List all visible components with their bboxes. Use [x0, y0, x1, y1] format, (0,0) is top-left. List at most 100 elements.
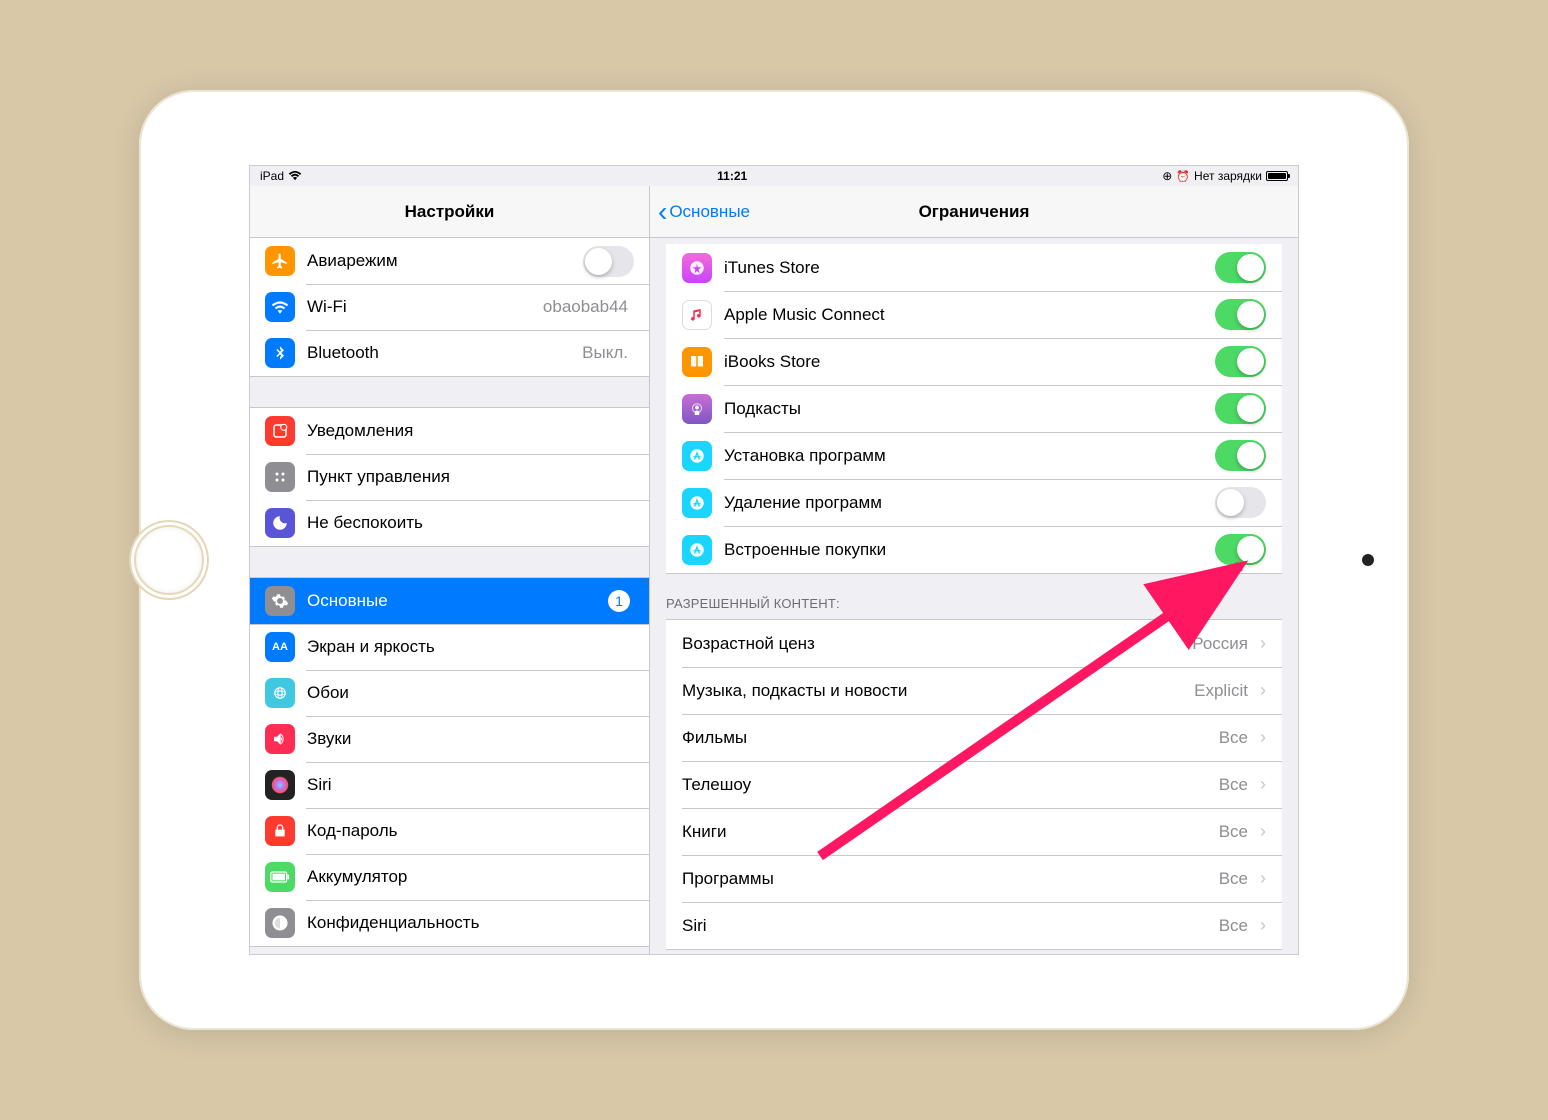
display-icon: AA: [265, 632, 295, 662]
alarm-icon: ⏰: [1176, 170, 1190, 183]
app-icon: [682, 441, 712, 471]
toggle-switch[interactable]: [1215, 534, 1266, 565]
chevron-right-icon: ›: [1260, 868, 1266, 889]
content-value: Все: [1219, 822, 1248, 842]
back-label: Основные: [669, 202, 750, 222]
sidebar-item-siri[interactable]: Siri: [250, 762, 649, 808]
bluetooth-icon: [265, 338, 295, 368]
content-row[interactable]: КнигиВсе›: [666, 808, 1282, 855]
restriction-label: Apple Music Connect: [724, 305, 1215, 325]
gear-icon: [265, 586, 295, 616]
content-value: Все: [1219, 775, 1248, 795]
content-label: Книги: [682, 822, 1219, 842]
chevron-right-icon: ›: [1260, 774, 1266, 795]
app-icon: [682, 394, 712, 424]
sidebar-item-label: Wi-Fi: [307, 297, 543, 317]
section-header-allowed-content: РАЗРЕШЕННЫЙ КОНТЕНТ:: [650, 574, 1298, 619]
dnd-icon: [265, 508, 295, 538]
app-icon: [682, 347, 712, 377]
sounds-icon: [265, 724, 295, 754]
content-row[interactable]: Возрастной цензРоссия›: [666, 620, 1282, 667]
toggle-switch[interactable]: [1215, 393, 1266, 424]
home-button[interactable]: [134, 525, 204, 595]
airplane-icon: [265, 246, 295, 276]
toggle-switch[interactable]: [1215, 299, 1266, 330]
status-bar: iPad 11:21 ⊕ ⏰ Нет зарядки: [250, 166, 1298, 186]
sidebar-item-gear[interactable]: Основные1: [250, 578, 649, 624]
sidebar-item-label: Пункт управления: [307, 467, 634, 487]
lock-rotation-icon: ⊕: [1162, 169, 1172, 183]
sidebar-title: Настройки: [250, 186, 649, 238]
content-row[interactable]: SiriВсе›: [666, 902, 1282, 949]
sidebar-item-notifications[interactable]: Уведомления: [250, 408, 649, 454]
restriction-label: iTunes Store: [724, 258, 1215, 278]
wifi-icon: [288, 171, 302, 181]
sidebar-item-label: Аккумулятор: [307, 867, 634, 887]
toggle-switch[interactable]: [1215, 346, 1266, 377]
restriction-label: Встроенные покупки: [724, 540, 1215, 560]
content-value: Все: [1219, 916, 1248, 936]
sidebar-item-label: Siri: [307, 775, 634, 795]
content-label: Siri: [682, 916, 1219, 936]
sidebar-item-display[interactable]: AA Экран и яркость: [250, 624, 649, 670]
content-row[interactable]: Музыка, подкасты и новостиExplicit›: [666, 667, 1282, 714]
sidebar-item-wifi[interactable]: Wi-Fiobaobab44: [250, 284, 649, 330]
content-value: Explicit: [1194, 681, 1248, 701]
ipad-frame: iPad 11:21 ⊕ ⏰ Нет зарядки Настройки Ави…: [139, 90, 1409, 1030]
toggle-switch[interactable]: [1215, 487, 1266, 518]
restriction-row: Установка программ: [666, 432, 1282, 479]
chevron-right-icon: ›: [1260, 727, 1266, 748]
chevron-left-icon: ‹: [658, 198, 667, 226]
app-icon: [682, 488, 712, 518]
sidebar-item-sounds[interactable]: Звуки: [250, 716, 649, 762]
content-value: Все: [1219, 728, 1248, 748]
sidebar-item-bluetooth[interactable]: BluetoothВыкл.: [250, 330, 649, 376]
content-label: Телешоу: [682, 775, 1219, 795]
toggle-switch[interactable]: [1215, 440, 1266, 471]
sidebar-item-label: Не беспокоить: [307, 513, 634, 533]
toggle-switch[interactable]: [1215, 252, 1266, 283]
sidebar-item-passcode[interactable]: Код-пароль: [250, 808, 649, 854]
sidebar-item-privacy[interactable]: Конфиденциальность: [250, 900, 649, 946]
app-icon: [682, 253, 712, 283]
sidebar-item-label: Экран и яркость: [307, 637, 634, 657]
siri-icon: [265, 770, 295, 800]
sidebar-item-wallpaper[interactable]: Обои: [250, 670, 649, 716]
device-label: iPad: [260, 169, 284, 183]
content-row[interactable]: ТелешоуВсе ›: [666, 761, 1282, 808]
content-row[interactable]: ПрограммыВсе ›: [666, 855, 1282, 902]
content-row[interactable]: ФильмыВсе ›: [666, 714, 1282, 761]
restriction-row: iBooks Store: [666, 338, 1282, 385]
content-value: Все: [1219, 869, 1248, 889]
sidebar: Настройки АвиарежимWi-Fiobaobab44Bluetoo…: [250, 186, 650, 954]
chevron-right-icon: ›: [1260, 633, 1266, 654]
content-value: Россия: [1192, 634, 1248, 654]
privacy-icon: [265, 908, 295, 938]
restriction-row: Встроенные покупки: [666, 526, 1282, 573]
restriction-row: iTunes Store: [666, 244, 1282, 291]
detail-pane: ‹ Основные Ограничения iTunes Store Apple…: [650, 186, 1298, 954]
content-label: Фильмы: [682, 728, 1219, 748]
sidebar-item-dnd[interactable]: Не беспокоить: [250, 500, 649, 546]
detail-header: ‹ Основные Ограничения: [650, 186, 1298, 238]
sidebar-item-battery[interactable]: Аккумулятор: [250, 854, 649, 900]
toggle-switch[interactable]: [583, 246, 634, 277]
sidebar-item-label: Звуки: [307, 729, 634, 749]
restriction-row: Подкасты: [666, 385, 1282, 432]
restriction-label: Удаление программ: [724, 493, 1215, 513]
sidebar-item-airplane[interactable]: Авиарежим: [250, 238, 649, 284]
wallpaper-icon: [265, 678, 295, 708]
sidebar-item-label: Код-пароль: [307, 821, 634, 841]
camera-icon: [1362, 554, 1374, 566]
screen: iPad 11:21 ⊕ ⏰ Нет зарядки Настройки Ави…: [249, 165, 1299, 955]
sidebar-item-control-center[interactable]: Пункт управления: [250, 454, 649, 500]
restriction-row: Apple Music Connect: [666, 291, 1282, 338]
back-button[interactable]: ‹ Основные: [650, 198, 750, 226]
restriction-label: Подкасты: [724, 399, 1215, 419]
sidebar-item-label: Уведомления: [307, 421, 634, 441]
battery-icon: [1266, 171, 1288, 181]
content-label: Музыка, подкасты и новости: [682, 681, 1194, 701]
app-icon: [682, 300, 712, 330]
content-label: Программы: [682, 869, 1219, 889]
passcode-icon: [265, 816, 295, 846]
